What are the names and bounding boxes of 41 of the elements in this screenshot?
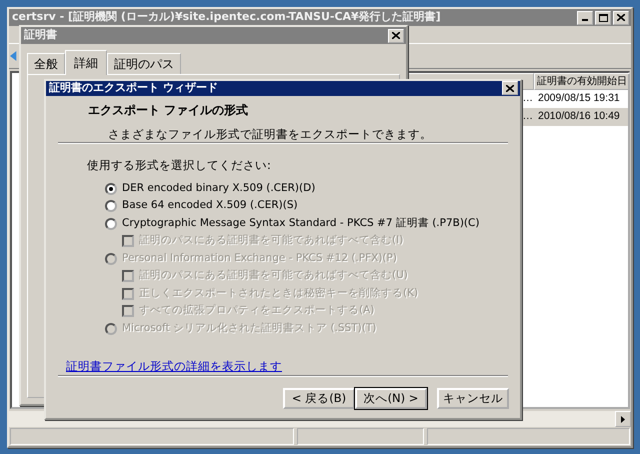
minimize-button[interactable] bbox=[577, 10, 593, 24]
close-button[interactable] bbox=[613, 10, 629, 24]
close-icon bbox=[392, 32, 400, 39]
table-cell-text: … bbox=[522, 109, 534, 124]
radio-label: Base 64 encoded X.509 (.CER)(S) bbox=[122, 198, 298, 214]
radio-label: Personal Information Exchange - PKCS #12 (.PFX)(P) bbox=[122, 250, 397, 266]
radio-label: Microsoft シリアル化された証明書ストア (.SST)(T) bbox=[122, 320, 376, 336]
tab[interactable]: 全般 bbox=[27, 53, 65, 74]
checkbox-label: 証明のパスにある証明書を可能であればすべて含む(I) bbox=[139, 233, 404, 248]
radio-label: Cryptographic Message Syntax Standard - PKCS #7 証明書 (.P7B)(C) bbox=[122, 216, 480, 231]
maximize-icon bbox=[598, 14, 608, 22]
tab[interactable]: 証明のパス bbox=[107, 53, 181, 74]
window-title: certsrv - [証明機関 (ローカル)¥site.ipentec.com-TANSU-CA¥発行した証明書] bbox=[12, 9, 442, 26]
checkbox-label: 正しくエクスポートされたときは秘密キーを削除する(K) bbox=[139, 286, 418, 301]
radio-label: DER encoded binary X.509 (.CER)(D) bbox=[122, 180, 316, 196]
column-header[interactable]: 証明書の有効開始日 bbox=[534, 73, 630, 90]
wizard-button[interactable]: 次へ(N) > bbox=[355, 388, 427, 409]
close-icon bbox=[617, 14, 625, 21]
wizard-button[interactable]: キャンセル bbox=[437, 388, 509, 409]
details-link[interactable]: 証明書ファイル形式の詳細を表示します bbox=[66, 358, 282, 375]
table-cell-text: … bbox=[522, 91, 534, 106]
subheading: さまざまなファイル形式で証明書をエクスポートできます。 bbox=[108, 126, 433, 143]
radio-button[interactable] bbox=[105, 182, 117, 195]
window-title: 証明書 bbox=[24, 27, 58, 44]
close-button[interactable] bbox=[502, 81, 518, 96]
window-title: 証明書のエクスポート ウィザード bbox=[49, 81, 219, 96]
radio-button[interactable] bbox=[105, 200, 117, 212]
prompt-text: 使用する形式を選択してください: bbox=[87, 156, 272, 174]
maximize-button[interactable] bbox=[595, 10, 611, 24]
table-cell-text: 2009/08/15 19:31 bbox=[537, 91, 621, 106]
close-icon bbox=[506, 84, 514, 92]
checkbox-label: すべての拡張プロパティをエクスポートする(A) bbox=[139, 303, 374, 318]
close-button[interactable] bbox=[388, 28, 404, 42]
radio-button[interactable] bbox=[105, 218, 117, 230]
heading: エクスポート ファイルの形式 bbox=[88, 102, 250, 119]
wizard-button[interactable]: < 戻る(B) bbox=[283, 388, 355, 409]
table-cell-text: 2010/08/16 10:49 bbox=[537, 109, 621, 124]
checkbox-label: 証明のパスにある証明書を可能であればすべて含む(U) bbox=[139, 268, 408, 284]
tab[interactable]: 詳細 bbox=[65, 50, 107, 75]
scroll-right-button[interactable] bbox=[615, 411, 631, 427]
right-arrow-icon bbox=[621, 416, 625, 422]
